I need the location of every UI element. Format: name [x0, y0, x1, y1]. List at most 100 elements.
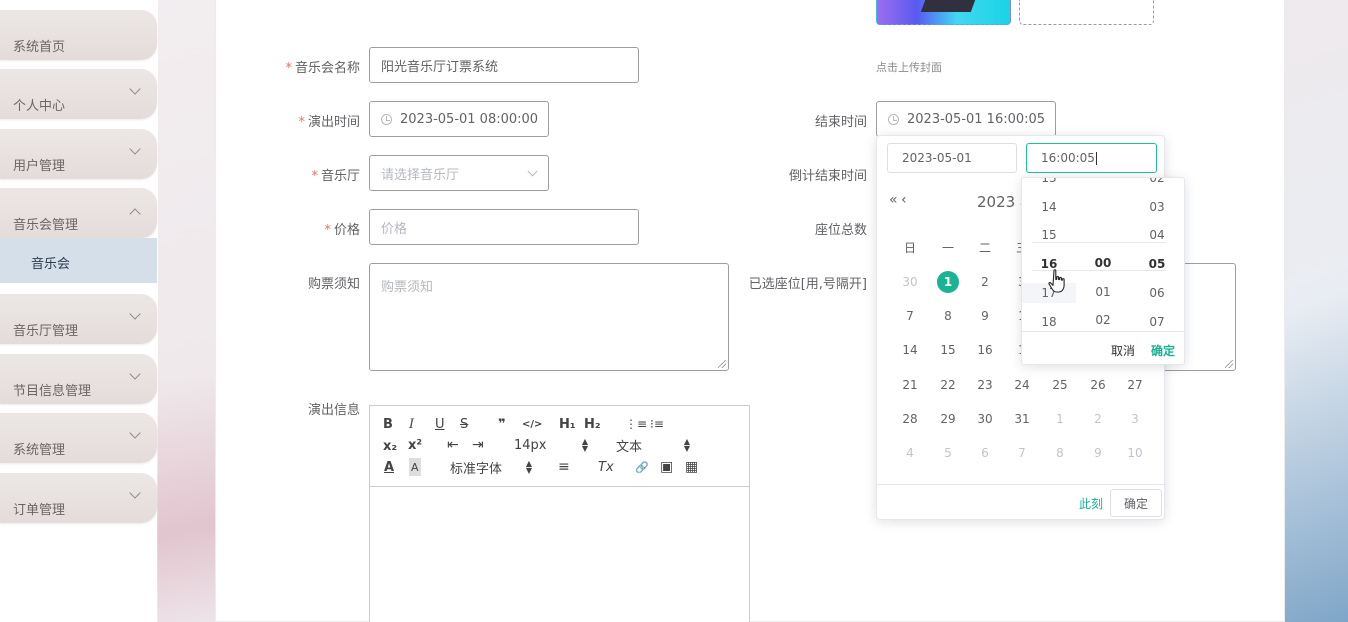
bullet-list-button[interactable]: ⁝≡ — [650, 415, 664, 433]
header-2-button[interactable]: H₂ — [584, 415, 601, 433]
subscript-button[interactable]: x₂ — [383, 437, 397, 455]
notice-textarea[interactable]: 购票须知 — [369, 263, 729, 371]
calendar-day[interactable]: 1 — [930, 270, 966, 294]
end-time-input[interactable]: 2023-05-01 16:00:05 — [876, 101, 1056, 137]
spinner-option[interactable]: 14 — [1022, 197, 1076, 217]
calendar-day[interactable]: 15 — [930, 338, 966, 362]
calendar-day[interactable]: 4 — [892, 441, 928, 465]
sidebar-item-users[interactable]: 用户管理 — [0, 129, 157, 179]
now-button[interactable]: 此刻 — [1079, 495, 1103, 512]
outdent-button[interactable]: ⇤ — [447, 436, 459, 454]
link-button[interactable]: 🔗 — [635, 458, 649, 476]
calendar-day[interactable]: 28 — [892, 407, 928, 431]
weekday-header: 一 — [941, 241, 954, 255]
calendar-day[interactable]: 9 — [967, 304, 1003, 328]
calendar-day[interactable]: 24 — [1004, 373, 1040, 397]
spinner-option[interactable]: 02 — [1076, 310, 1130, 330]
align-button[interactable]: ≡ — [558, 458, 570, 476]
chevron-down-icon — [129, 308, 141, 320]
sidebar-item-halls[interactable]: 音乐厅管理 — [0, 294, 157, 344]
sidebar-item-label: 用户管理 — [13, 159, 66, 174]
spinner-option[interactable]: 06 — [1130, 283, 1184, 303]
minutes-column[interactable]: 00 01 02 — [1076, 178, 1130, 330]
prev-year-button[interactable]: « — [889, 192, 898, 208]
picker-date-input[interactable]: 2023-05-01 — [887, 143, 1017, 173]
picker-time-input[interactable]: 16:00:05 — [1026, 143, 1157, 173]
spinner-option[interactable]: 01 — [1076, 282, 1130, 302]
updown-icon: ▲ ▼ — [683, 437, 690, 453]
calendar-day[interactable]: 31 — [1004, 407, 1040, 431]
sidebar-item-profile[interactable]: 个人中心 — [0, 69, 157, 119]
hall-select[interactable]: 请选择音乐厅 — [369, 155, 549, 191]
spinner-option[interactable]: 13 — [1022, 178, 1076, 188]
calendar-day[interactable]: 2 — [1080, 407, 1116, 431]
blockquote-button[interactable]: ❞ — [498, 415, 506, 433]
weekday-header: 二 — [978, 241, 991, 255]
calendar-day[interactable]: 8 — [1042, 441, 1078, 465]
font-size-select[interactable]: 14px ▲ ▼ — [514, 436, 588, 454]
bold-button[interactable]: B — [383, 415, 393, 433]
calendar-day[interactable]: 21 — [892, 373, 928, 397]
indent-button[interactable]: ⇥ — [472, 436, 484, 454]
calendar-day[interactable]: 30 — [967, 407, 1003, 431]
sidebar-item-home[interactable]: 系统首页 — [0, 10, 157, 60]
spinner-cancel-button[interactable]: 取消 — [1111, 342, 1135, 359]
sidebar-subitem-concert[interactable]: 音乐会 — [0, 238, 157, 283]
calendar-day[interactable]: 2 — [967, 270, 1003, 294]
calendar-day[interactable]: 10 — [1117, 441, 1153, 465]
header-1-button[interactable]: H₁ — [559, 415, 576, 433]
text-color-button[interactable]: A — [384, 458, 394, 476]
notice-label: 购票须知 — [307, 277, 360, 292]
sidebar-item-programs[interactable]: 节目信息管理 — [0, 354, 157, 404]
calendar-day[interactable]: 25 — [1042, 373, 1078, 397]
spinner-option[interactable]: 05 — [1130, 254, 1184, 274]
italic-button[interactable]: I — [409, 415, 414, 433]
spinner-option[interactable]: 18 — [1022, 312, 1076, 332]
sidebar-item-orders[interactable]: 订单管理 — [0, 473, 157, 523]
calendar-day[interactable]: 26 — [1080, 373, 1116, 397]
start-time-input[interactable]: 2023-05-01 08:00:00 — [369, 101, 549, 137]
calendar-day[interactable]: 7 — [892, 304, 928, 328]
spinner-option[interactable]: 03 — [1130, 197, 1184, 217]
calendar-day[interactable]: 6 — [967, 441, 1003, 465]
prev-month-button[interactable]: ‹ — [901, 192, 907, 208]
calendar-day[interactable]: 27 — [1117, 373, 1153, 397]
calendar-day[interactable]: 9 — [1080, 441, 1116, 465]
image-button[interactable]: ▣ — [660, 458, 673, 476]
calendar-day[interactable]: 7 — [1004, 441, 1040, 465]
resize-handle-icon[interactable] — [718, 360, 726, 368]
underline-button[interactable]: U — [435, 415, 445, 433]
calendar-day[interactable]: 23 — [967, 373, 1003, 397]
sidebar-item-concerts[interactable]: 音乐会管理 — [0, 188, 157, 238]
font-family-select[interactable]: 标准字体 ▲ ▼ — [450, 458, 532, 477]
cover-upload-box[interactable] — [1019, 0, 1154, 25]
sidebar-item-system[interactable]: 系统管理 — [0, 413, 157, 463]
hours-column[interactable]: 13 14 15 16 17 18 — [1022, 178, 1076, 330]
strike-button[interactable]: S — [460, 415, 468, 433]
spinner-option[interactable]: 02 — [1130, 178, 1184, 188]
calendar-day[interactable]: 30 — [892, 270, 928, 294]
background-color-button[interactable]: A — [409, 458, 421, 476]
calendar-day[interactable]: 1 — [1042, 407, 1078, 431]
superscript-button[interactable]: x² — [408, 436, 422, 454]
picker-confirm-button[interactable]: 确定 — [1110, 489, 1162, 517]
seconds-column[interactable]: 02 03 04 05 06 07 — [1130, 178, 1184, 330]
spinner-ok-button[interactable]: 确定 — [1151, 342, 1175, 359]
price-input[interactable]: 价格 — [369, 209, 639, 245]
video-button[interactable]: ▦ — [685, 458, 698, 476]
calendar-day[interactable]: 29 — [930, 407, 966, 431]
clear-format-button[interactable]: Tx — [598, 458, 614, 476]
resize-handle-icon[interactable] — [1225, 360, 1233, 368]
header-select[interactable]: 文本 ▲ ▼ — [616, 436, 690, 455]
calendar-day[interactable]: 16 — [967, 338, 1003, 362]
cover-image-preview[interactable] — [876, 0, 1011, 25]
concert-name-input[interactable]: 阳光音乐厅订票系统 — [369, 47, 639, 83]
ordered-list-button[interactable]: ⋮≡ — [625, 415, 647, 433]
calendar-day[interactable]: 14 — [892, 338, 928, 362]
calendar-day[interactable]: 22 — [930, 373, 966, 397]
code-block-button[interactable]: </> — [522, 415, 542, 433]
calendar-day[interactable]: 5 — [930, 441, 966, 465]
calendar-day[interactable]: 3 — [1117, 407, 1153, 431]
calendar-day[interactable]: 8 — [930, 304, 966, 328]
spinner-option[interactable]: 07 — [1130, 312, 1184, 332]
